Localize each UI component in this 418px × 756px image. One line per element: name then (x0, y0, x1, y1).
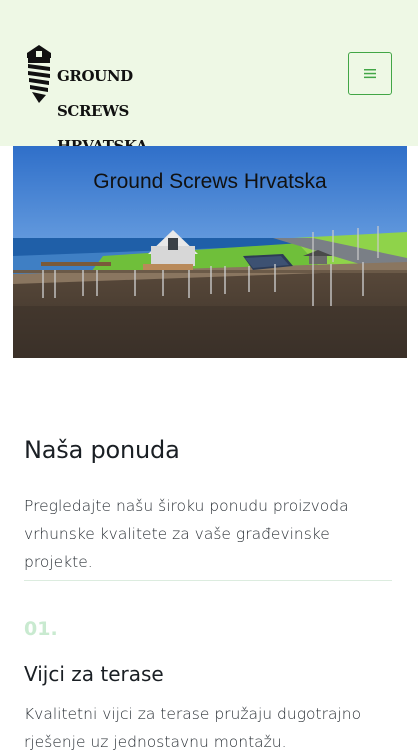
hero-image: Ground Screws Hrvatska (13, 146, 407, 358)
item-title[interactable]: Vijci za terase (24, 662, 164, 686)
menu-toggle-button[interactable] (348, 52, 392, 95)
logo-line-1: GROUND (57, 66, 133, 85)
offer-description: Pregledajte našu široku ponudu proizvoda… (24, 497, 349, 571)
hamburger-icon (364, 69, 376, 79)
hero-title: Ground Screws Hrvatska (93, 170, 327, 193)
item-description: Kvalitetni vijci za terase pružaju dugot… (24, 705, 362, 751)
ground-screw-logo-icon (27, 45, 51, 103)
site-header: GROUND SCREWS HRVATSKA (0, 0, 418, 154)
site-logo[interactable]: GROUND SCREWS HRVATSKA (25, 44, 148, 154)
section-divider (24, 580, 392, 581)
item-number: 01. (24, 618, 58, 640)
offer-heading: Naša ponuda (24, 436, 180, 464)
logo-line-2: SCREWS (57, 101, 129, 120)
